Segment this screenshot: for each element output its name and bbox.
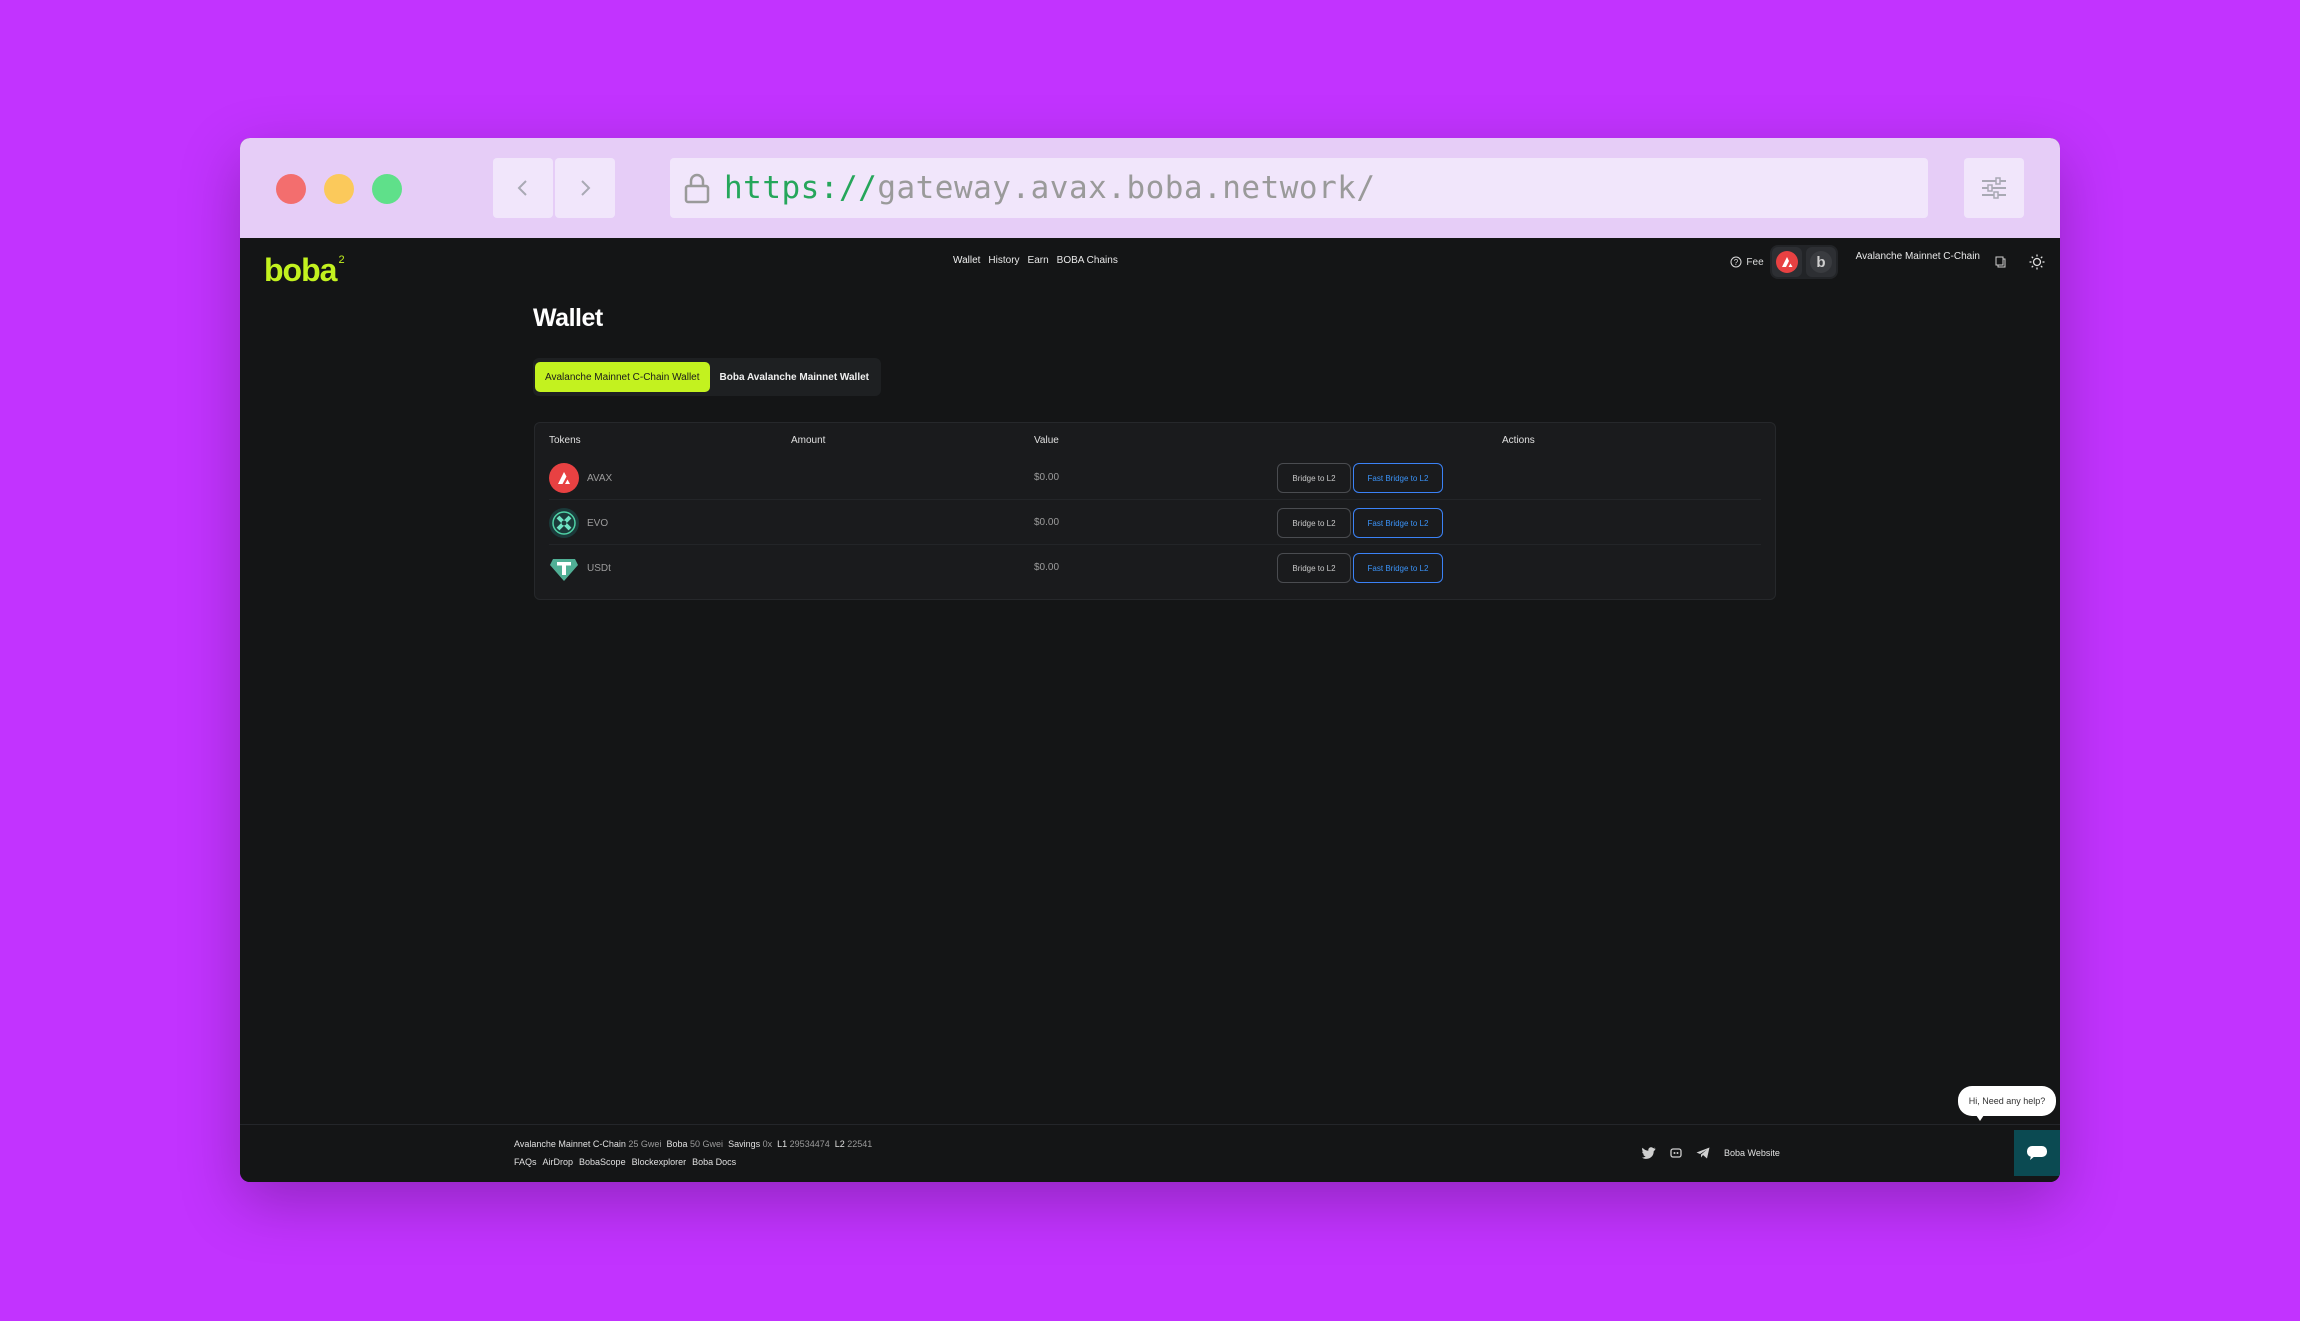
app-content: boba 2 Wallet History Earn BOBA Chains ?… <box>240 238 2060 1182</box>
token-cell: AVAX <box>549 463 612 493</box>
avax-icon <box>549 463 579 493</box>
header-value: Value <box>1034 435 1059 446</box>
usdt-icon <box>549 553 579 583</box>
browser-chrome: https://gateway.avax.boba.network/ <box>240 138 2060 238</box>
l2-label: L2 <box>834 1139 845 1149</box>
avalanche-icon <box>1775 251 1798 273</box>
link-boba-docs[interactable]: Boba Docs <box>692 1157 736 1167</box>
footer: Avalanche Mainnet C-Chain 25 Gwei Boba 5… <box>240 1124 2060 1182</box>
svg-text:b: b <box>1816 254 1825 271</box>
connected-chain-name: Avalanche Mainnet C-Chain <box>1855 250 1980 262</box>
twitter-icon[interactable] <box>1642 1147 1656 1159</box>
l1-label: L1 <box>777 1139 788 1149</box>
chat-button[interactable] <box>2014 1130 2060 1176</box>
fast-bridge-to-l2-button[interactable]: Fast Bridge to L2 <box>1353 553 1443 583</box>
fast-bridge-to-l2-button[interactable]: Fast Bridge to L2 <box>1353 463 1443 493</box>
url-text: https://gateway.avax.boba.network/ <box>724 170 1376 206</box>
maximize-window-button[interactable] <box>372 174 402 204</box>
l1-block: 29534474 <box>789 1139 830 1149</box>
page-title: Wallet <box>533 304 603 332</box>
token-value: $0.00 <box>1034 517 1060 528</box>
header-right: ? Fee b Avalanche Mainnet C-Chain <box>1730 245 2060 279</box>
link-bobascope[interactable]: BobaScope <box>579 1157 626 1167</box>
boba-label: Boba <box>666 1139 688 1149</box>
theme-toggle-sun-icon[interactable] <box>2024 249 2050 275</box>
l1-chain-name: Avalanche Mainnet C-Chain <box>514 1139 626 1149</box>
chain-switcher[interactable]: b <box>1769 245 1838 279</box>
table-row: AVAX $0.00 Bridge to L2 Fast Bridge to L… <box>549 455 1761 500</box>
forward-button[interactable] <box>555 158 615 218</box>
fast-bridge-to-l2-button[interactable]: Fast Bridge to L2 <box>1353 508 1443 538</box>
close-window-button[interactable] <box>276 174 306 204</box>
table-row: USDt $0.00 Bridge to L2 Fast Bridge to L… <box>549 545 1761 589</box>
tab-boba-avalanche-wallet[interactable]: Boba Avalanche Mainnet Wallet <box>710 362 879 392</box>
url-host: gateway.avax.boba.network/ <box>877 170 1376 206</box>
lock-icon <box>682 172 712 204</box>
token-symbol: EVO <box>587 517 609 529</box>
fee-label: Fee <box>1746 256 1764 268</box>
nav-wallet[interactable]: Wallet <box>953 255 980 266</box>
footer-links: FAQs AirDrop BobaScope Blockexplorer Bob… <box>514 1157 736 1167</box>
svg-text:?: ? <box>1734 258 1739 267</box>
back-button[interactable] <box>493 158 553 218</box>
l2-block: 22541 <box>847 1139 873 1149</box>
token-cell: EVO <box>549 508 608 538</box>
nav-boba-chains[interactable]: BOBA Chains <box>1057 255 1118 266</box>
l1-gas: 25 Gwei <box>628 1139 662 1149</box>
link-blockexplorer[interactable]: Blockexplorer <box>632 1157 687 1167</box>
avalanche-chain-button[interactable] <box>1771 247 1802 277</box>
token-symbol: AVAX <box>587 472 613 484</box>
browser-menu-button[interactable] <box>1964 158 2024 218</box>
logo-text: boba <box>264 252 337 288</box>
link-faqs[interactable]: FAQs <box>514 1157 537 1167</box>
token-table: Tokens Amount Value Actions AVAX $0.00 B… <box>534 422 1776 600</box>
telegram-icon[interactable] <box>1696 1147 1710 1159</box>
link-boba-website[interactable]: Boba Website <box>1724 1148 1780 1158</box>
address-bar[interactable]: https://gateway.avax.boba.network/ <box>670 158 1928 218</box>
chat-icon <box>2027 1146 2047 1160</box>
help-bubble[interactable]: Hi, Need any help? <box>1958 1086 2056 1116</box>
link-airdrop[interactable]: AirDrop <box>543 1157 574 1167</box>
boba-gas: 50 Gwei <box>690 1139 724 1149</box>
token-value: $0.00 <box>1034 472 1060 483</box>
header-amount: Amount <box>791 435 826 446</box>
token-symbol: USDt <box>587 562 611 574</box>
boba-chain-button[interactable]: b <box>1805 247 1836 277</box>
boba-logo[interactable]: boba 2 <box>264 252 345 289</box>
boba-icon: b <box>1809 251 1832 273</box>
nav-earn[interactable]: Earn <box>1028 255 1049 266</box>
social-links: Boba Website <box>1642 1147 1780 1159</box>
chevron-right-icon <box>581 180 591 196</box>
logo-superscript: 2 <box>338 254 345 266</box>
bridge-to-l2-button[interactable]: Bridge to L2 <box>1277 463 1351 493</box>
url-scheme: https:// <box>724 170 878 206</box>
table-row: EVO $0.00 Bridge to L2 Fast Bridge to L2 <box>549 500 1761 545</box>
gas-info: Avalanche Mainnet C-Chain 25 Gwei Boba 5… <box>514 1139 872 1149</box>
header-tokens: Tokens <box>549 435 581 446</box>
copy-icon[interactable] <box>1988 249 2014 275</box>
nav-history[interactable]: History <box>988 255 1019 266</box>
token-value: $0.00 <box>1034 562 1060 573</box>
wallet-tabs: Avalanche Mainnet C-Chain Wallet Boba Av… <box>533 358 882 396</box>
fee-selector[interactable]: ? Fee <box>1730 256 1764 268</box>
help-circle-icon: ? <box>1730 256 1742 268</box>
evo-icon <box>549 508 579 538</box>
savings-label: Savings <box>728 1139 761 1149</box>
tab-avalanche-wallet[interactable]: Avalanche Mainnet C-Chain Wallet <box>535 362 710 392</box>
header-actions: Actions <box>1502 435 1535 446</box>
help-bubble-tail <box>1974 1112 1986 1121</box>
chevron-left-icon <box>517 180 527 196</box>
top-nav: Wallet History Earn BOBA Chains <box>953 255 1118 266</box>
token-cell: USDt <box>549 553 611 583</box>
savings-value: 0x <box>762 1139 773 1149</box>
browser-window: https://gateway.avax.boba.network/ boba … <box>240 138 2060 1182</box>
minimize-window-button[interactable] <box>324 174 354 204</box>
bridge-to-l2-button[interactable]: Bridge to L2 <box>1277 553 1351 583</box>
sliders-icon <box>1982 177 2006 199</box>
bridge-to-l2-button[interactable]: Bridge to L2 <box>1277 508 1351 538</box>
discord-icon[interactable] <box>1670 1148 1682 1158</box>
